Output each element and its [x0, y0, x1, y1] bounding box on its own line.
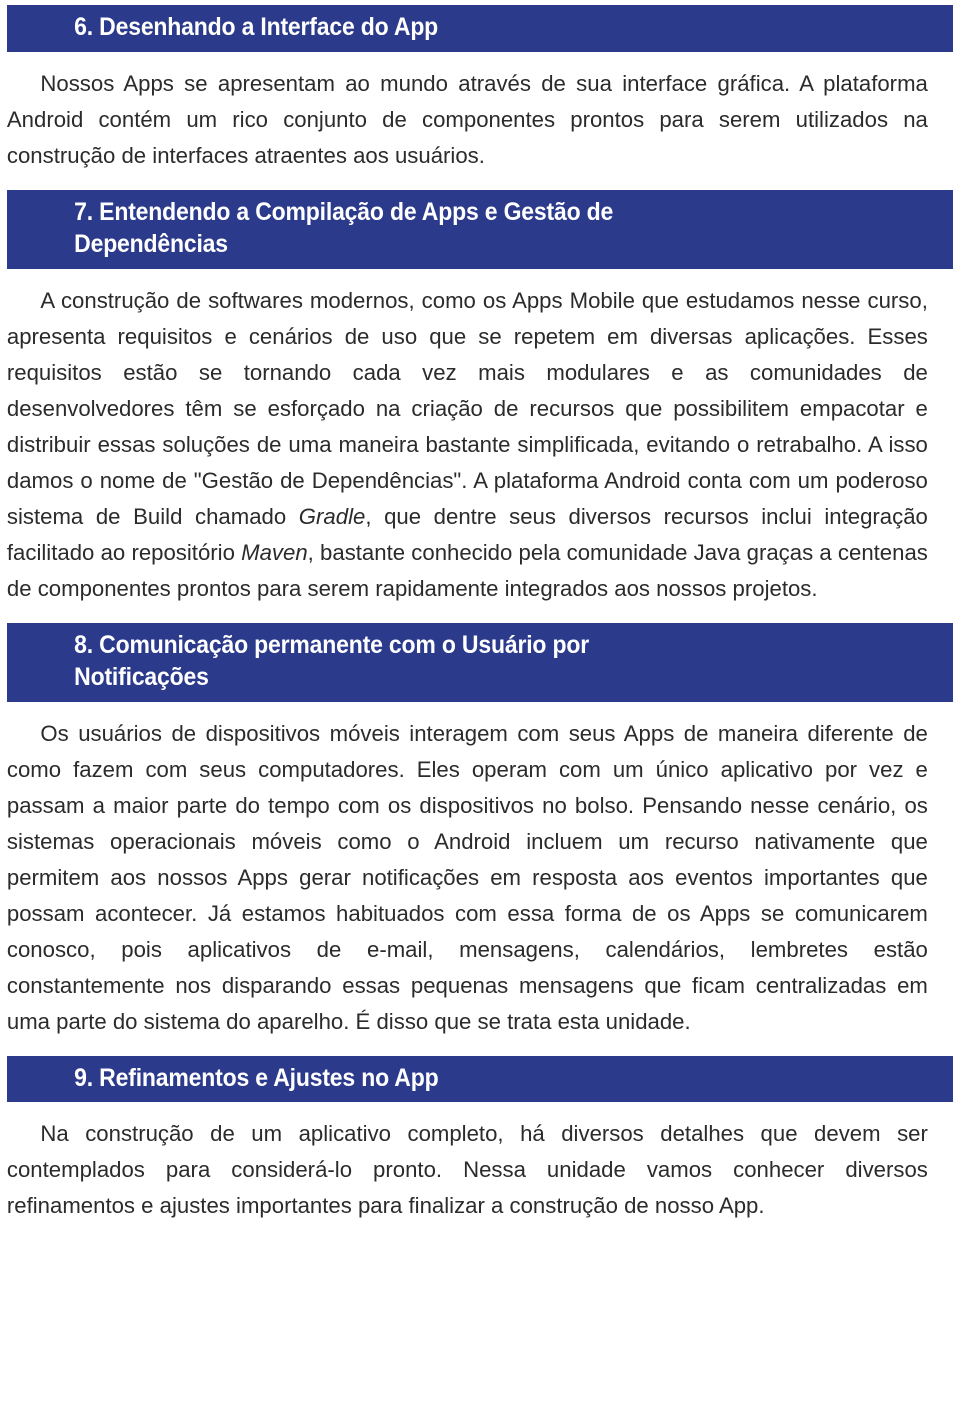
document-page: 6. Desenhando a Interface do App Nossos … — [0, 0, 960, 1426]
section-heading-9: 9. Refinamentos e Ajustes no App — [74, 1063, 439, 1092]
section-heading-bar-6: 6. Desenhando a Interface do App — [7, 5, 953, 52]
section-body-9: Na construção de um aplicativo completo,… — [6, 1121, 928, 1218]
section-heading-bar-9: 9. Refinamentos e Ajustes no App — [7, 1055, 953, 1102]
section-heading-bar-8: 8. Comunicação permanente com o Usuário … — [7, 622, 953, 702]
section-heading-6: 6. Desenhando a Interface do App — [74, 13, 439, 41]
section-body-6: Nossos Apps se apresentam ao mundo atrav… — [6, 70, 928, 168]
section-heading-bar-7: 7. Entendendo a Compilação de Apps e Ges… — [7, 189, 953, 269]
section-body-8: Os usuários de dispositivos móveis inter… — [6, 720, 928, 1034]
section-heading-7: 7. Entendendo a Compilação de Apps e Ges… — [74, 197, 614, 259]
section-body-7: A construção de softwares modernos, como… — [6, 287, 928, 601]
section-heading-8: 8. Comunicação permanente com o Usuário … — [74, 630, 589, 692]
